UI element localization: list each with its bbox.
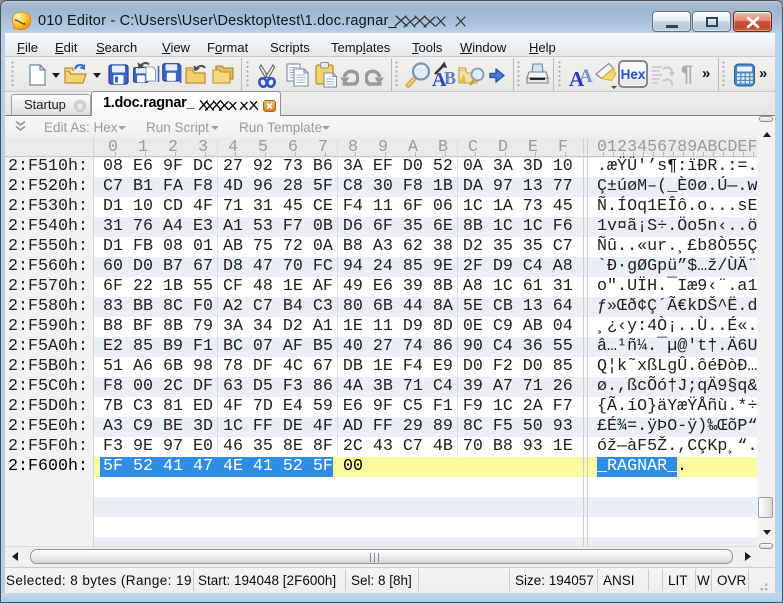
svg-text:B: B bbox=[444, 68, 456, 88]
svg-text:A: A bbox=[569, 67, 585, 88]
